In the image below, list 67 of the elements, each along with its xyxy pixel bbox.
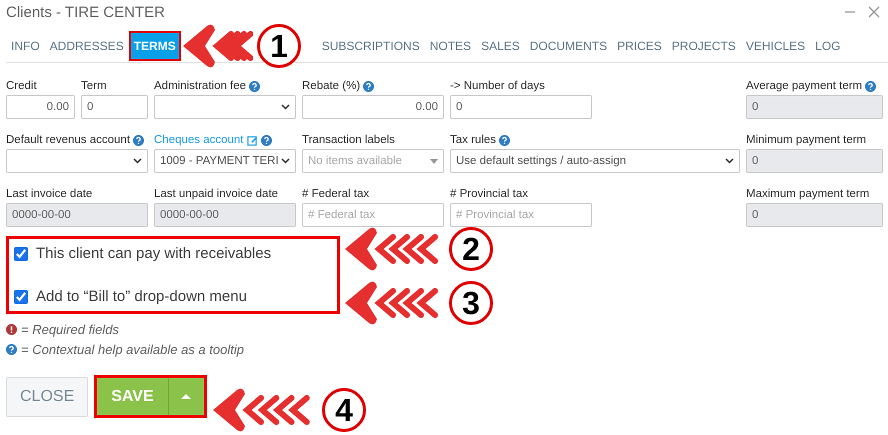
field-label: Last unpaid invoice date [154, 188, 278, 200]
field-label: Transaction labels [302, 134, 395, 146]
field-label: # Provincial tax [450, 188, 528, 200]
chevron-down-icon [281, 104, 290, 110]
input-field[interactable]: 0 [746, 149, 883, 173]
help-icon [6, 344, 17, 355]
edit-icon [246, 134, 258, 146]
chevron-down-icon [281, 158, 290, 164]
caret-icon [430, 158, 438, 164]
callout-number: 4 [322, 388, 366, 432]
tab[interactable]: NOTES [424, 32, 476, 58]
tab[interactable]: ADDRESSES [44, 32, 129, 58]
callout-number: 2 [449, 227, 493, 271]
checkbox[interactable] [14, 246, 28, 260]
field-label: # Federal tax [302, 188, 370, 200]
tab[interactable]: INFO [6, 32, 45, 58]
tab[interactable]: DOCUMENTS [524, 32, 612, 58]
field-label: Last invoice date [6, 188, 92, 200]
input-field[interactable]: 0000-00-00 [154, 203, 296, 227]
input-field[interactable]: # Provincial tax [450, 203, 592, 227]
select-field[interactable] [154, 95, 296, 119]
input-field[interactable]: 0 [746, 95, 883, 119]
tab[interactable]: PRICES [612, 32, 667, 58]
chevron-down-icon [725, 158, 734, 164]
field-label: Term [81, 80, 107, 92]
legend-text: = Required fields [21, 322, 119, 337]
required-icon [6, 324, 17, 335]
field-label: Tax rules [450, 134, 496, 146]
callout-number: 1 [257, 24, 301, 68]
input-field[interactable]: 0 [746, 203, 883, 227]
tab[interactable]: VEHICLES [740, 32, 810, 58]
callout-number: 3 [449, 281, 493, 325]
input-field[interactable]: 0 [450, 95, 592, 119]
field-label[interactable]: Cheques account [154, 134, 244, 146]
close-button[interactable]: CLOSE [6, 376, 88, 416]
input-field[interactable]: 0 [81, 95, 148, 119]
tab[interactable]: SALES [476, 32, 525, 58]
input-field[interactable]: 0000-00-00 [6, 203, 148, 227]
close-icon[interactable] [868, 6, 880, 18]
chevron-down-icon [133, 158, 142, 164]
checkbox[interactable] [14, 290, 28, 304]
field-label: Maximum payment term [746, 188, 870, 200]
field-label: Default revenus account [6, 134, 130, 146]
field-label: -> Number of days [450, 80, 545, 92]
arrow-drawing [183, 24, 253, 68]
tab[interactable]: SUBSCRIPTIONS [316, 32, 425, 58]
field-label: Average payment term [746, 80, 862, 92]
tab[interactable]: TERMS [128, 30, 181, 60]
legend-text: = Contextual help available as a tooltip [21, 342, 244, 357]
field-label: Minimum payment term [746, 134, 866, 146]
checkbox-label: Add to “Bill to” drop-down menu [36, 288, 247, 305]
field-label: Administration fee [154, 80, 246, 92]
checkbox-label: This client can pay with receivables [36, 245, 272, 262]
input-field[interactable]: 0.00 [6, 95, 75, 119]
select-field[interactable]: No items available [302, 149, 444, 173]
field-label: Rebate (%) [302, 80, 360, 92]
input-field[interactable]: # Federal tax [302, 203, 444, 227]
select-field[interactable]: Use default settings / auto-assign [450, 149, 740, 173]
tab[interactable]: LOG [810, 32, 846, 58]
caret-up-icon [181, 394, 192, 399]
tab[interactable]: PROJECTS [666, 32, 741, 58]
window-title: Clients - TIRE CENTER [6, 4, 165, 20]
select-field[interactable]: 1009 - PAYMENT TERI [154, 149, 296, 173]
input-field[interactable]: 0.00 [302, 95, 444, 119]
field-label: Credit [6, 80, 37, 92]
dropdown-button[interactable] [168, 378, 204, 415]
select-field[interactable] [6, 149, 148, 173]
